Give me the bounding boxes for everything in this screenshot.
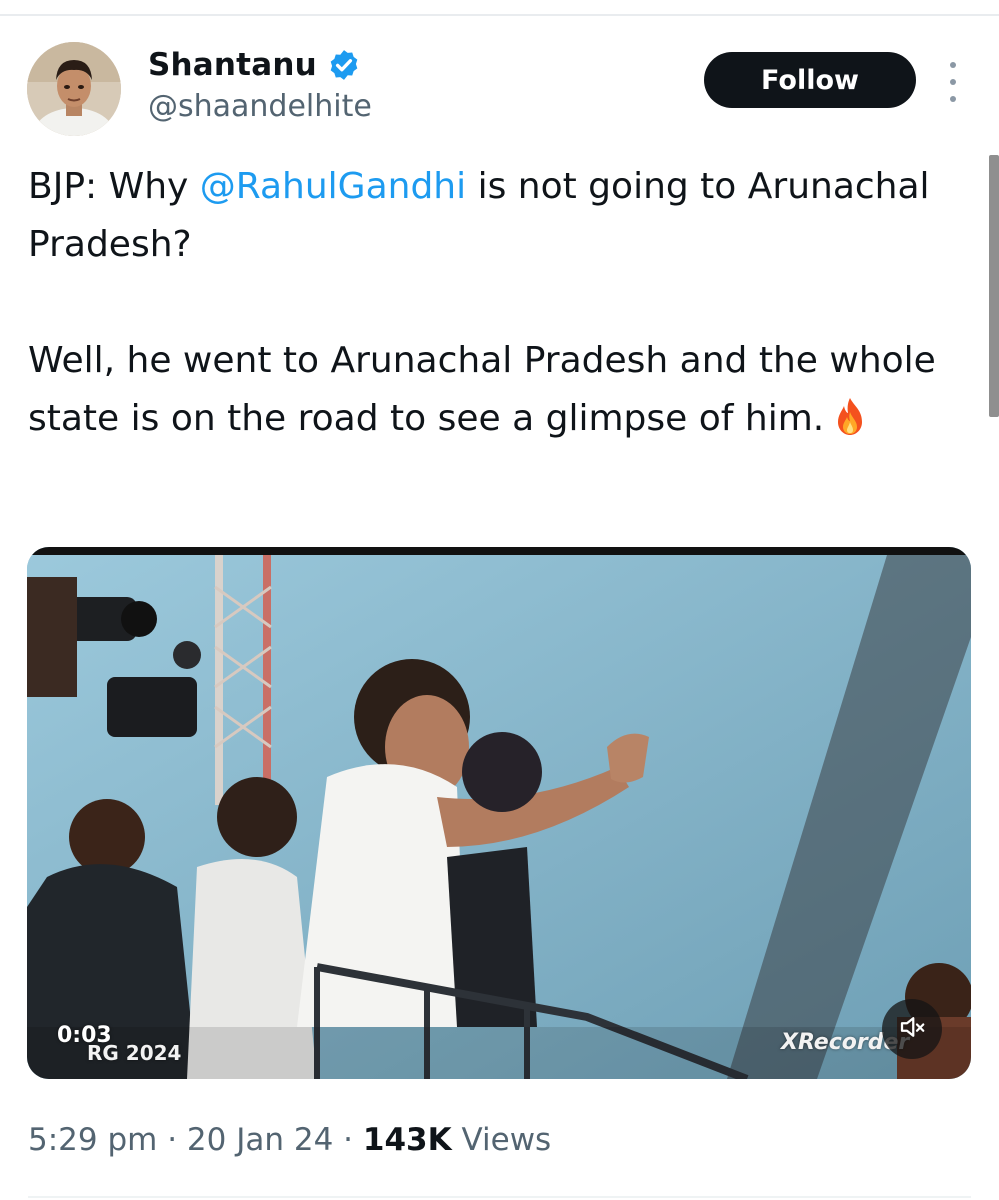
scrollbar[interactable] [989,155,999,417]
video-frame [27,547,971,1079]
verified-badge-icon [327,48,361,82]
tweet-paragraph-2-text: Well, he went to Arunachal Pradesh and t… [28,340,936,439]
fire-emoji-icon [832,396,868,454]
avatar-image [27,42,121,136]
avatar[interactable] [27,42,121,136]
top-divider [0,14,999,16]
author-handle[interactable]: @shaandelhite [148,89,372,124]
author-display-name[interactable]: Shantanu [148,47,317,83]
more-options-dot [950,62,956,68]
more-options-dot [950,79,956,85]
author-name-row[interactable]: Shantanu [148,42,361,88]
tweet-date[interactable]: 20 Jan 24 [187,1122,333,1158]
speaker-muted-icon [897,1012,927,1046]
tweet-text-prefix: BJP: Why [28,166,200,207]
tweet-paragraph-1: BJP: Why @RahulGandhi is not going to Ar… [28,158,958,274]
views-count: 143K [362,1122,452,1158]
more-options-dot [950,96,956,102]
meta-separator: · [167,1122,178,1158]
views-label: Views [461,1122,552,1158]
follow-button[interactable]: Follow [704,52,916,108]
bottom-divider [28,1196,971,1198]
meta-separator: · [343,1122,354,1158]
more-options-icon[interactable] [938,62,968,102]
tweet-text: BJP: Why @RahulGandhi is not going to Ar… [28,158,958,454]
tweet-time[interactable]: 5:29 pm [28,1122,157,1158]
mute-toggle-button[interactable] [882,999,942,1059]
mention-link[interactable]: @RahulGandhi [200,166,466,207]
tweet-page: Shantanu @shaandelhite Follow BJP: Why @… [0,0,999,1200]
tweet-paragraph-2: Well, he went to Arunachal Pradesh and t… [28,332,958,454]
video-player[interactable]: 0:03 RG 2024 XRecorder [27,547,971,1079]
tweet-meta: 5:29 pm · 20 Jan 24 · 143K Views [28,1122,551,1158]
video-watermark: RG 2024 [87,1041,182,1065]
